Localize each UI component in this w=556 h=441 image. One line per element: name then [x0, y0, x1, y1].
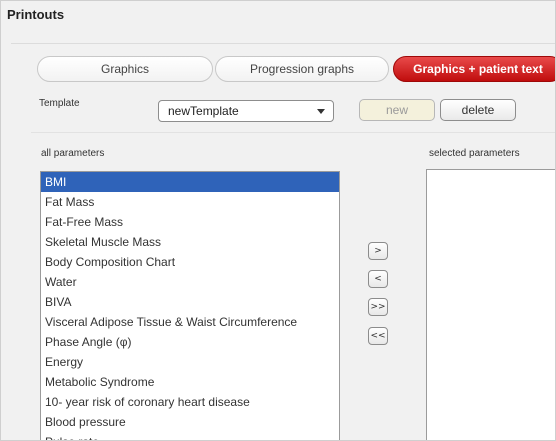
list-item-fat-mass[interactable]: Fat Mass — [41, 192, 339, 212]
selected-parameters-label: selected parameters — [429, 148, 520, 159]
new-button[interactable]: new — [359, 99, 435, 121]
tab-graphics[interactable]: Graphics — [37, 56, 213, 82]
all-parameters-list[interactable]: BMI Fat Mass Fat-Free Mass Skeletal Musc… — [40, 171, 340, 440]
list-item-fat-free-mass[interactable]: Fat-Free Mass — [41, 212, 339, 232]
list-item-phase-angle[interactable]: Phase Angle (φ) — [41, 332, 339, 352]
list-item-biva[interactable]: BIVA — [41, 292, 339, 312]
add-parameter-button[interactable]: > — [368, 242, 388, 260]
list-item-coronary-risk[interactable]: 10- year risk of coronary heart disease — [41, 392, 339, 412]
template-label: Template — [39, 98, 80, 109]
tab-progression-graphs[interactable]: Progression graphs — [215, 56, 389, 82]
title-divider — [11, 43, 555, 44]
window-title: Printouts — [7, 7, 65, 22]
printouts-window: Printouts Graphics Progression graphs Gr… — [0, 0, 556, 441]
list-item-skeletal-muscle-mass[interactable]: Skeletal Muscle Mass — [41, 232, 339, 252]
list-item-bmi[interactable]: BMI — [41, 172, 339, 192]
chevron-down-icon — [317, 109, 325, 114]
add-all-parameters-button[interactable]: >> — [368, 298, 388, 316]
list-item-body-composition-chart[interactable]: Body Composition Chart — [41, 252, 339, 272]
list-item-metabolic-syndrome[interactable]: Metabolic Syndrome — [41, 372, 339, 392]
remove-parameter-button[interactable]: < — [368, 270, 388, 288]
list-item-pulse-rate[interactable]: Pulse rate — [41, 432, 339, 440]
list-item-blood-pressure[interactable]: Blood pressure — [41, 412, 339, 432]
list-item-visceral-adipose-tissue[interactable]: Visceral Adipose Tissue & Waist Circumfe… — [41, 312, 339, 332]
selected-parameters-list[interactable] — [426, 169, 555, 440]
remove-all-parameters-button[interactable]: << — [368, 327, 388, 345]
template-select-value: newTemplate — [168, 104, 239, 118]
tab-graphics-patient-text[interactable]: Graphics + patient text — [393, 56, 555, 82]
list-item-energy[interactable]: Energy — [41, 352, 339, 372]
list-item-water[interactable]: Water — [41, 272, 339, 292]
template-select[interactable]: newTemplate — [158, 100, 334, 122]
all-parameters-label: all parameters — [41, 148, 105, 159]
section-divider — [31, 132, 555, 133]
delete-button[interactable]: delete — [440, 99, 516, 121]
